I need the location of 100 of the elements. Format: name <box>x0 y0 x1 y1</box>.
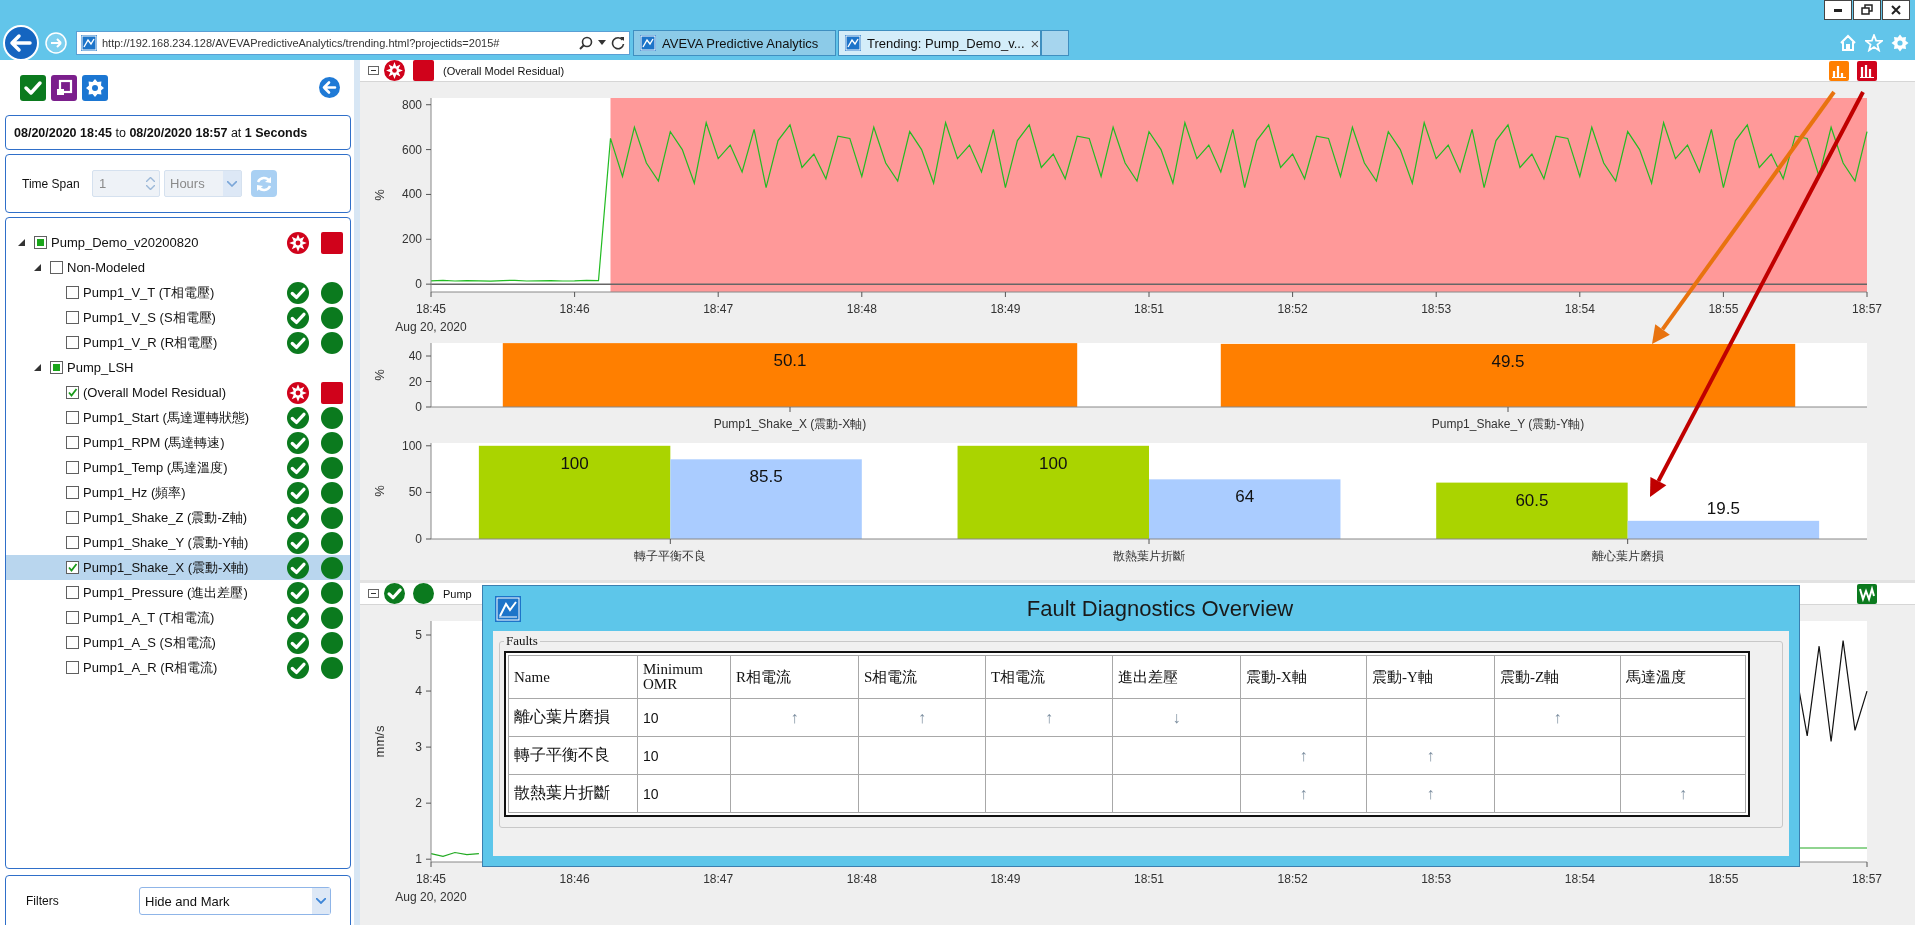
minimize-button[interactable] <box>1824 0 1852 20</box>
column-header: 震動-X軸 <box>1240 655 1367 699</box>
checkbox[interactable] <box>50 261 63 274</box>
tree-item[interactable]: Pump1_V_T (T相電壓) <box>6 280 350 305</box>
tree-item[interactable]: Pump1_Shake_Y (震動-Y軸) <box>6 530 350 555</box>
table-cell: ↑ <box>1366 774 1495 813</box>
group-label: Faults <box>505 633 539 649</box>
expander-icon[interactable] <box>18 239 25 246</box>
refresh-icon[interactable] <box>611 36 625 50</box>
tick-label: 2 <box>415 796 422 811</box>
axis-title: mm/s <box>372 725 387 758</box>
checkbox[interactable] <box>66 486 79 499</box>
data-label: 85.5 <box>749 467 783 487</box>
date-label: Aug 20, 2020 <box>395 320 467 334</box>
settings-icon[interactable] <box>82 74 108 101</box>
search-icon[interactable] <box>579 36 593 50</box>
tick-label: 18:55 <box>1708 872 1739 886</box>
caret-icon[interactable] <box>598 40 606 46</box>
tick-label: 0 <box>415 532 422 546</box>
tick-label: 18:52 <box>1277 872 1308 886</box>
table-cell: 10 <box>637 736 731 775</box>
tree-item[interactable]: Pump1_A_S (S相電流) <box>6 630 350 655</box>
tick-label: 600 <box>401 142 422 157</box>
tick-label: 18:46 <box>559 872 590 886</box>
checkbox[interactable] <box>34 236 47 249</box>
table-cell: 10 <box>637 774 731 813</box>
column-header: 馬達溫度 <box>1620 655 1746 699</box>
checkbox[interactable] <box>66 461 79 474</box>
date-range: 08/20/2020 18:45 to 08/20/2020 18:57 at 1 Seconds <box>14 125 308 140</box>
tree-item[interactable]: Pump1_Pressure (進出差壓) <box>6 580 350 605</box>
tree-item[interactable]: Pump1_V_S (S相電壓) <box>6 305 350 330</box>
back-icon[interactable] <box>319 77 340 98</box>
tree-item[interactable]: Pump_Demo_v20200820 <box>6 230 350 255</box>
tree-item[interactable]: Pump1_Shake_Z (震動-Z軸) <box>6 505 350 530</box>
back-icon[interactable] <box>3 25 39 61</box>
filter-dropdown[interactable]: Hide and Mark <box>139 887 331 915</box>
data-label: 19.5 <box>1706 498 1740 518</box>
checkbox[interactable] <box>66 511 79 524</box>
bar-chart-icon[interactable] <box>1857 60 1877 81</box>
browser-tab[interactable]: AVEVA Predictive Analytics <box>633 30 836 56</box>
field-label: Filters <box>26 894 60 908</box>
check-icon[interactable] <box>20 74 46 101</box>
tree-item[interactable]: Pump_LSH <box>6 355 350 380</box>
table-cell: ↑ <box>1494 698 1621 737</box>
trend-icon[interactable] <box>1857 583 1877 604</box>
tree-item[interactable]: (Overall Model Residual) <box>6 380 350 405</box>
checkbox[interactable] <box>66 611 79 624</box>
tree-item[interactable]: Pump1_Start (馬達運轉狀態) <box>6 405 350 430</box>
collapse-icon[interactable] <box>368 589 379 598</box>
tree-item[interactable]: Pump1_A_T (T相電流) <box>6 605 350 630</box>
table-cell: 轉子平衡不良 <box>508 736 638 775</box>
window-icon[interactable] <box>51 74 77 101</box>
tree-item[interactable]: Pump1_A_R (R相電流) <box>6 655 350 680</box>
collapse-icon[interactable] <box>368 66 379 75</box>
tree-item[interactable]: Pump1_V_R (R相電壓) <box>6 330 350 355</box>
column-header: S相電流 <box>858 655 986 699</box>
checkbox[interactable] <box>66 386 79 399</box>
close-button[interactable]: × <box>1030 34 1040 52</box>
tick-label: 40 <box>408 349 422 363</box>
table-cell: ↑ <box>730 698 859 737</box>
tick-label: 18:47 <box>703 872 734 886</box>
expander-icon[interactable] <box>34 364 41 371</box>
bar-chart-icon[interactable] <box>1829 60 1849 81</box>
checkbox[interactable] <box>66 436 79 449</box>
checkbox[interactable] <box>66 536 79 549</box>
tick-label: 50 <box>408 485 422 500</box>
checkbox[interactable] <box>50 361 63 374</box>
checkbox[interactable] <box>66 411 79 424</box>
tree-item[interactable]: Non-Modeled <box>6 255 350 280</box>
browser-tab[interactable]: Trending: Pump_Demo_v... × <box>838 30 1041 56</box>
number-field: 1 <box>92 170 160 197</box>
checkbox[interactable] <box>66 286 79 299</box>
tick-label: 18:51 <box>1134 872 1164 886</box>
checkbox[interactable] <box>66 661 79 674</box>
tick-label: 18:49 <box>990 872 1021 886</box>
expander-icon[interactable] <box>34 264 41 271</box>
tree-item[interactable]: Pump1_Temp (馬達溫度) <box>6 455 350 480</box>
restore-icon <box>1861 4 1873 16</box>
checkbox[interactable] <box>66 586 79 599</box>
close-button[interactable] <box>1882 0 1910 20</box>
checkbox[interactable] <box>66 561 79 574</box>
restore-button[interactable] <box>1853 0 1881 20</box>
tree-item[interactable]: Pump1_RPM (馬達轉速) <box>6 430 350 455</box>
tree-item[interactable]: Pump1_Shake_X (震動-X軸) <box>6 555 350 580</box>
spin-down-icon <box>146 185 155 190</box>
category-label: Pump1_Shake_X (震動-X軸) <box>713 417 867 431</box>
tick-label: 5 <box>415 628 422 642</box>
address-field[interactable]: http://192.168.234.128/AVEVAPredictiveAnalytics/trending.html?projectids=2015# <box>76 31 630 55</box>
axis-title: % <box>372 189 387 201</box>
star-icon[interactable] <box>1865 34 1883 52</box>
tick-label: 4 <box>415 684 422 699</box>
checkbox[interactable] <box>66 311 79 324</box>
site-icon <box>640 35 656 51</box>
category-label: Pump1_Shake_Y (震動-Y軸) <box>1431 417 1585 431</box>
unit-dropdown: Hours <box>164 170 242 197</box>
checkbox[interactable] <box>66 636 79 649</box>
checkbox[interactable] <box>66 336 79 349</box>
tick-label: 18:53 <box>1421 872 1452 886</box>
table-cell: ↓ <box>1112 698 1241 737</box>
tree-item[interactable]: Pump1_Hz (頻率) <box>6 480 350 505</box>
